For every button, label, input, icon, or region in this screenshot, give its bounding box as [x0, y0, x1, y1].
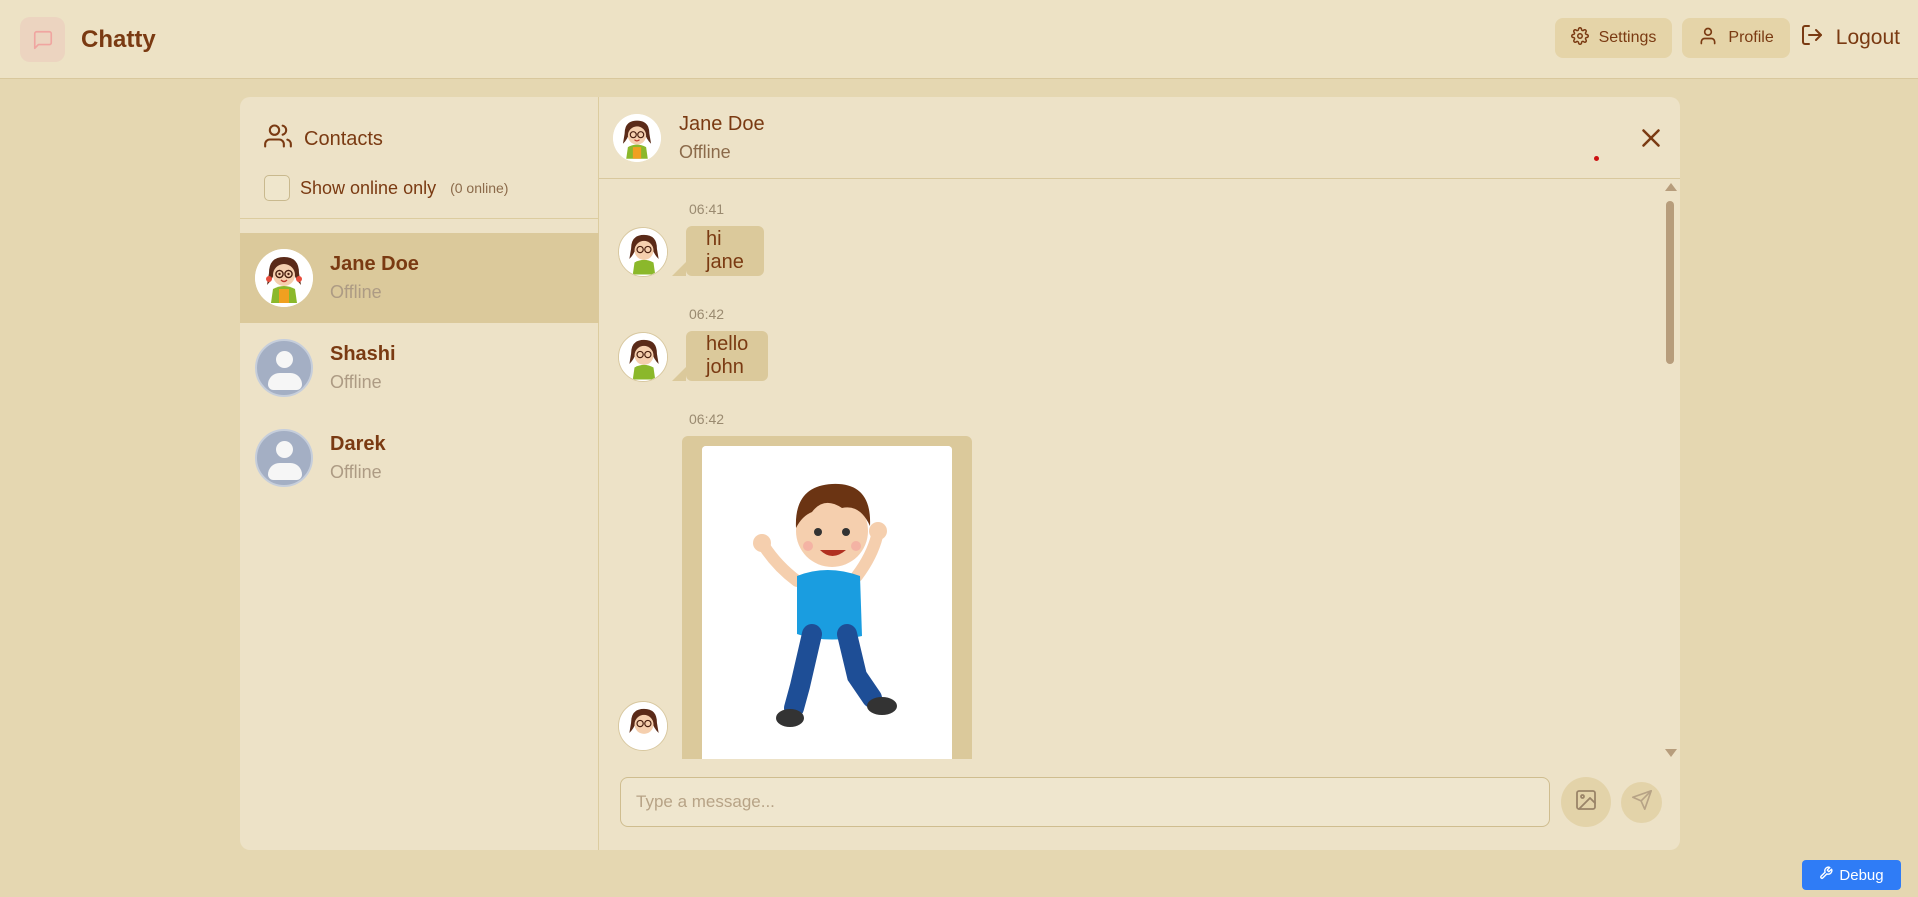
send-icon: [1631, 789, 1653, 816]
logout-icon: [1800, 23, 1824, 53]
avatar: [618, 227, 668, 277]
chat-header: Jane Doe Offline: [599, 97, 1680, 179]
app-name: Chatty: [81, 25, 156, 53]
chat-panel: Jane Doe Offline 06:41 hi jane 06:42 hel…: [599, 97, 1680, 850]
nav-actions: Settings Profile Logout: [1554, 18, 1902, 58]
message-bubble: hi jane: [672, 226, 764, 276]
message-input[interactable]: [620, 777, 1550, 827]
send-button[interactable]: [1621, 782, 1662, 823]
contact-info: Darek Offline: [330, 433, 386, 483]
contact-name: Darek: [330, 433, 386, 455]
contacts-title: Contacts: [304, 127, 383, 150]
chat-user-name: Jane Doe: [679, 112, 765, 135]
scroll-down-arrow-icon[interactable]: [1665, 749, 1677, 757]
debug-label: Debug: [1839, 866, 1884, 884]
message-bubble: hello john: [672, 331, 769, 381]
settings-label: Settings: [1598, 29, 1657, 46]
contact-info: Jane Doe Offline: [330, 253, 419, 303]
contact-item-darek[interactable]: Darek Offline: [240, 413, 599, 503]
users-icon: [264, 122, 292, 156]
contact-status: Offline: [330, 372, 382, 392]
message-text: hello john: [706, 333, 749, 378]
message-time: 06:42: [689, 411, 725, 427]
avatar: [255, 249, 313, 307]
brand[interactable]: Chatty: [20, 17, 156, 62]
avatar: [613, 113, 661, 162]
gear-icon: [1570, 26, 1589, 50]
chat-user-info: Jane Doe Offline: [679, 113, 765, 163]
default-user-avatar-icon: [255, 429, 313, 487]
show-online-checkbox[interactable]: [264, 175, 290, 201]
sidebar-header: Contacts Show online only (0 online): [264, 122, 584, 201]
contact-item-jane-doe[interactable]: Jane Doe Offline: [240, 233, 599, 323]
contacts-heading: Contacts: [264, 122, 584, 156]
scroll-up-arrow-icon[interactable]: [1665, 183, 1677, 191]
online-filter: Show online only (0 online): [264, 175, 584, 201]
contact-status: Offline: [330, 282, 382, 302]
settings-button[interactable]: Settings: [1554, 18, 1673, 58]
contact-status: Offline: [330, 462, 382, 482]
contact-name: Jane Doe: [330, 253, 419, 275]
show-online-label[interactable]: Show online only: [300, 178, 436, 199]
attach-image-button[interactable]: [1561, 777, 1611, 827]
divider: [240, 218, 599, 219]
debug-button[interactable]: Debug: [1802, 860, 1901, 890]
online-count: (0 online): [450, 180, 509, 196]
chat-user-status: Offline: [679, 141, 731, 162]
avatar: [618, 701, 668, 751]
logout-button[interactable]: Logout: [1800, 18, 1902, 58]
indicator-dot: [1594, 156, 1599, 161]
message-time: 06:41: [689, 201, 725, 217]
scrollbar-thumb[interactable]: [1666, 201, 1674, 364]
logout-label: Logout: [1835, 26, 1900, 49]
close-icon[interactable]: [1636, 123, 1666, 153]
user-icon: [1698, 26, 1718, 51]
profile-label: Profile: [1728, 29, 1774, 46]
image-icon: [1574, 788, 1598, 817]
message-text: hi jane: [706, 228, 744, 273]
avatar: [618, 332, 668, 382]
message-list[interactable]: 06:41 hi jane 06:42 hello john 06:42: [599, 179, 1680, 759]
message-scrollbar[interactable]: [1663, 181, 1677, 759]
image-message-bubble: [682, 436, 972, 759]
message-time: 06:42: [689, 306, 725, 322]
cartoon-boy-image[interactable]: [702, 446, 952, 759]
contacts-sidebar: Contacts Show online only (0 online) Jan…: [240, 97, 599, 850]
top-navbar: Chatty Settings Profile Logout: [0, 0, 1918, 79]
contact-item-shashi[interactable]: Shashi Offline: [240, 323, 599, 413]
chat-container: Contacts Show online only (0 online) Jan…: [240, 97, 1680, 850]
message-composer: [599, 759, 1680, 850]
contact-name: Shashi: [330, 343, 396, 365]
wrench-icon: [1819, 866, 1833, 884]
default-user-avatar-icon: [255, 339, 313, 397]
contact-info: Shashi Offline: [330, 343, 396, 393]
profile-button[interactable]: Profile: [1682, 18, 1790, 58]
message-square-icon: [20, 17, 65, 62]
